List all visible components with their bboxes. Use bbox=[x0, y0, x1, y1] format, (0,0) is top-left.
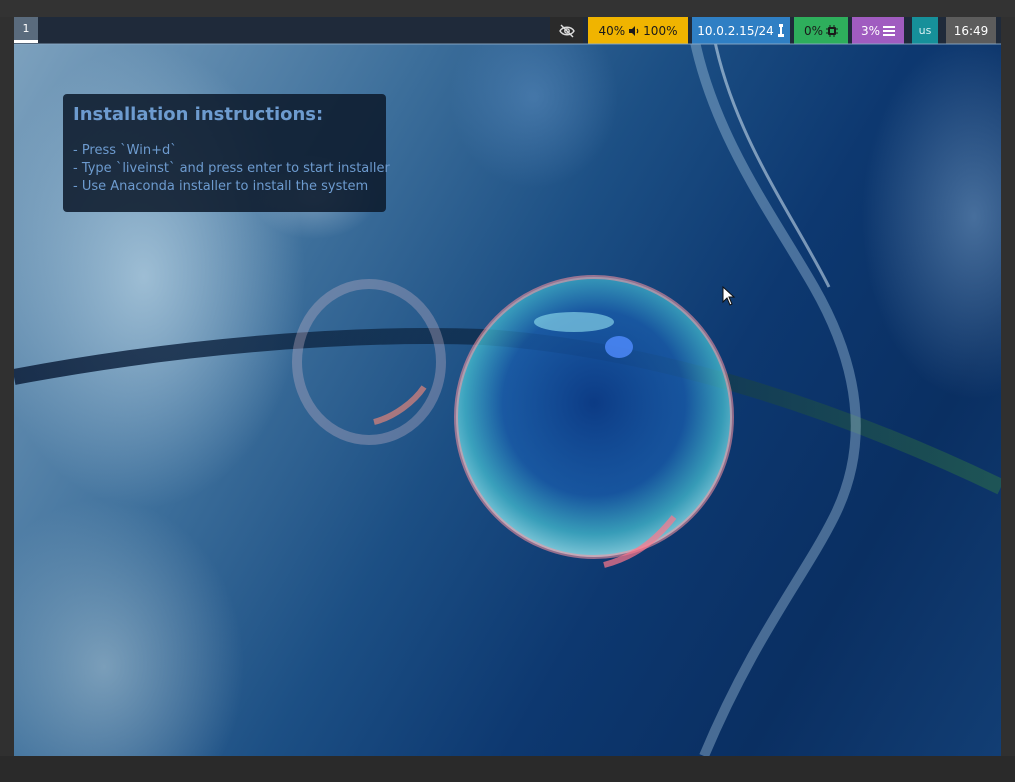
workspace-button[interactable]: 1 bbox=[14, 17, 38, 43]
window-frame-right bbox=[1001, 17, 1015, 756]
mouse-pointer-icon bbox=[722, 285, 736, 310]
cpu-chip-icon bbox=[826, 24, 839, 37]
window-frame-top bbox=[0, 0, 1015, 17]
ethernet-icon bbox=[777, 24, 785, 37]
instruction-line: - Type `liveinst` and press enter to sta… bbox=[73, 161, 390, 176]
instructions-title: Installation instructions: bbox=[73, 104, 324, 125]
window-frame-left bbox=[0, 17, 14, 756]
menu-lines-icon bbox=[883, 25, 896, 36]
instruction-line: - Use Anaconda installer to install the … bbox=[73, 179, 369, 194]
eye-slash-icon bbox=[558, 24, 575, 38]
installation-instructions: Installation instructions: - Press `Win+… bbox=[63, 94, 390, 212]
network-module[interactable]: 10.0.2.15/24 bbox=[692, 17, 790, 44]
network-address: 10.0.2.15/24 bbox=[697, 23, 774, 38]
cpu-value: 0% bbox=[803, 23, 824, 38]
cpu-module[interactable]: 0% bbox=[794, 17, 848, 44]
idle-inhibitor[interactable] bbox=[550, 17, 583, 44]
keyboard-layout[interactable]: us bbox=[912, 17, 938, 44]
instruction-line: - Press `Win+d` bbox=[73, 143, 177, 158]
status-bar: 1 40% 100% 10.0.2.15/24 0% 3% us 16:49 bbox=[14, 17, 1001, 45]
window-frame-bottom bbox=[0, 756, 1015, 782]
desktop: 1 40% 100% 10.0.2.15/24 0% 3% us 16:49 I… bbox=[14, 17, 1001, 756]
audio-module[interactable]: 40% 100% bbox=[588, 17, 688, 44]
speaker-icon bbox=[628, 25, 640, 37]
memory-module[interactable]: 3% bbox=[852, 17, 904, 44]
memory-value: 3% bbox=[860, 23, 881, 38]
brightness-value: 40% bbox=[598, 23, 626, 38]
status-bar-underline bbox=[14, 43, 1001, 45]
volume-value: 100% bbox=[643, 23, 678, 38]
clock[interactable]: 16:49 bbox=[946, 17, 996, 44]
